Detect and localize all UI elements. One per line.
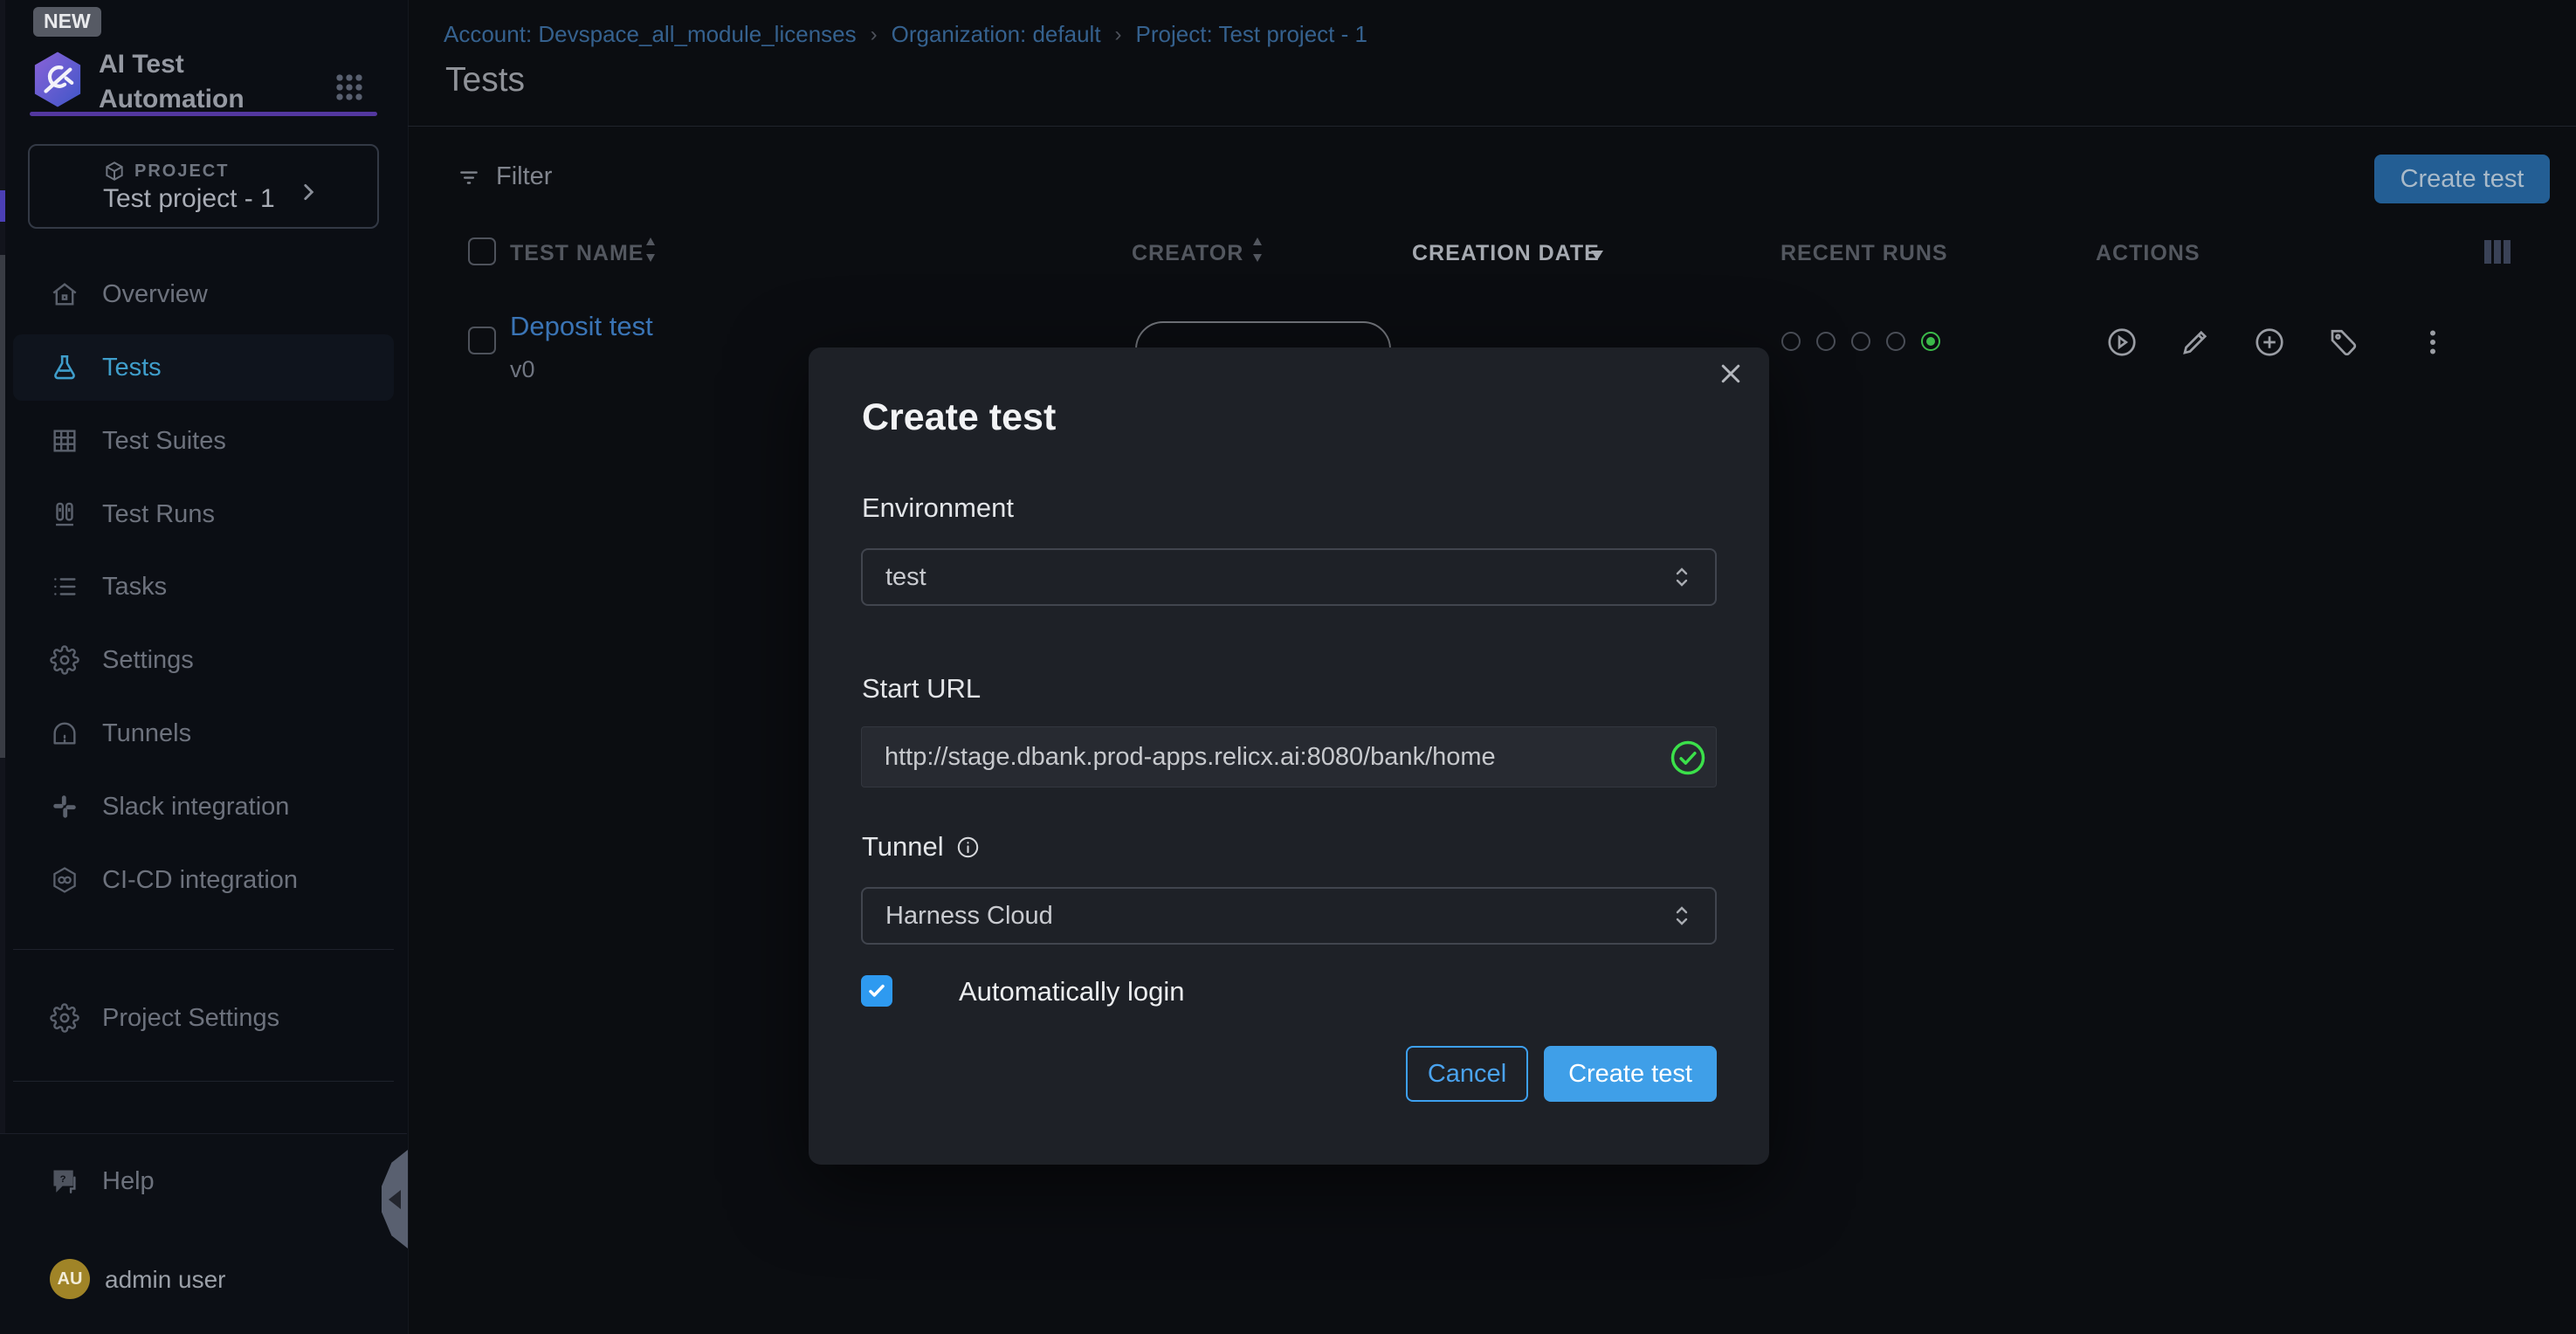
sidebar-bottom-panel: ? Help bbox=[0, 1133, 407, 1334]
recent-runs bbox=[1781, 332, 1940, 351]
auto-login-checkbox[interactable] bbox=[861, 975, 892, 1007]
column-header-creator[interactable]: CREATOR bbox=[1132, 239, 1243, 267]
column-header-test-name[interactable]: TEST NAME bbox=[510, 239, 644, 267]
auto-login-label[interactable]: Automatically login bbox=[959, 976, 1184, 1007]
sidebar-divider bbox=[13, 1081, 394, 1082]
tag-icon[interactable] bbox=[2327, 327, 2359, 358]
svg-text:?: ? bbox=[60, 1174, 66, 1185]
test-name-link[interactable]: Deposit test bbox=[510, 311, 653, 342]
breadcrumb-organization[interactable]: Organization: default bbox=[892, 21, 1101, 48]
create-test-modal: Create test Environment test Start URL T… bbox=[809, 347, 1769, 1165]
project-selector-label: PROJECT bbox=[134, 162, 229, 182]
sidebar: NEW AI Test Automation bbox=[0, 0, 409, 1334]
cicd-icon bbox=[50, 865, 79, 895]
tunnel-select[interactable]: Harness Cloud bbox=[861, 887, 1717, 945]
tunnel-icon bbox=[50, 719, 79, 748]
sidebar-item-test-suites[interactable]: Test Suites bbox=[13, 408, 394, 474]
run-slot-empty[interactable] bbox=[1781, 332, 1801, 351]
info-icon[interactable] bbox=[956, 835, 980, 859]
breadcrumb-project[interactable]: Project: Test project - 1 bbox=[1136, 21, 1367, 48]
column-header-actions: ACTIONS bbox=[2096, 239, 2201, 267]
column-header-recent-runs: RECENT RUNS bbox=[1780, 239, 1948, 267]
chevron-right-icon: › bbox=[871, 23, 878, 47]
sidebar-item-settings[interactable]: Settings bbox=[13, 627, 394, 693]
column-header-creation-date[interactable]: CREATION DATE bbox=[1412, 239, 1600, 267]
start-url-field bbox=[861, 726, 1717, 787]
start-url-label: Start URL bbox=[862, 673, 981, 705]
edge-scroll-indicator bbox=[0, 190, 5, 222]
breadcrumb: Account: Devspace_all_module_licenses › … bbox=[444, 21, 1367, 48]
sidebar-item-help[interactable]: ? Help bbox=[13, 1148, 394, 1214]
app-title: AI Test Automation bbox=[99, 47, 245, 117]
sidebar-item-cicd-integration[interactable]: CI-CD integration bbox=[13, 847, 394, 913]
avatar[interactable]: AU bbox=[50, 1259, 90, 1299]
test-version: v0 bbox=[510, 356, 535, 383]
gear-icon bbox=[50, 645, 79, 675]
cube-icon bbox=[103, 160, 126, 182]
modal-create-test-button[interactable]: Create test bbox=[1544, 1046, 1717, 1102]
sidebar-item-project-settings[interactable]: Project Settings bbox=[13, 985, 394, 1051]
project-selector[interactable]: PROJECT Test project - 1 bbox=[28, 144, 379, 229]
filter-icon bbox=[458, 166, 480, 189]
valid-check-icon bbox=[1670, 739, 1706, 776]
start-url-input[interactable] bbox=[862, 727, 1670, 787]
list-icon bbox=[50, 572, 79, 602]
edit-icon[interactable] bbox=[2180, 327, 2211, 358]
edge-scrollbar-thumb[interactable] bbox=[0, 255, 5, 758]
environment-select[interactable]: test bbox=[861, 548, 1717, 606]
chevron-left-icon bbox=[389, 1190, 401, 1209]
more-menu-icon[interactable] bbox=[2417, 327, 2449, 358]
sort-arrows-icon[interactable] bbox=[1250, 234, 1264, 265]
column-settings-icon[interactable] bbox=[2484, 240, 2511, 264]
sort-arrows-icon[interactable] bbox=[644, 234, 658, 265]
modal-title: Create test bbox=[862, 396, 1056, 439]
run-success-indicator[interactable] bbox=[1921, 332, 1940, 351]
run-slot-empty[interactable] bbox=[1816, 332, 1836, 351]
tunnel-label: Tunnel bbox=[862, 831, 980, 863]
new-badge: NEW bbox=[33, 7, 101, 37]
select-chevrons-icon bbox=[1671, 901, 1692, 931]
slack-icon bbox=[50, 792, 79, 822]
sidebar-item-tasks[interactable]: Tasks bbox=[13, 554, 394, 620]
chevron-right-icon bbox=[297, 181, 320, 203]
select-chevrons-icon bbox=[1671, 562, 1692, 592]
cancel-button[interactable]: Cancel bbox=[1406, 1046, 1528, 1102]
sidebar-item-test-runs[interactable]: Test Runs bbox=[13, 481, 394, 547]
run-slot-empty[interactable] bbox=[1886, 332, 1905, 351]
select-all-checkbox[interactable] bbox=[468, 237, 496, 265]
columns-icon bbox=[50, 499, 79, 529]
grid-icon bbox=[50, 426, 79, 456]
filter-button[interactable]: Filter bbox=[458, 162, 552, 191]
gear-icon bbox=[50, 1003, 79, 1033]
close-icon[interactable] bbox=[1717, 361, 1745, 387]
project-selector-value: Test project - 1 bbox=[103, 184, 275, 214]
header-divider bbox=[408, 126, 2576, 127]
sort-desc-icon bbox=[1589, 248, 1605, 262]
create-test-button[interactable]: Create test bbox=[2374, 155, 2550, 203]
sidebar-item-overview[interactable]: Overview bbox=[13, 261, 394, 327]
sidebar-item-tunnels[interactable]: Tunnels bbox=[13, 700, 394, 767]
breadcrumb-account[interactable]: Account: Devspace_all_module_licenses bbox=[444, 21, 857, 48]
row-checkbox[interactable] bbox=[468, 327, 496, 354]
run-test-button[interactable] bbox=[2106, 327, 2138, 358]
module-grid-icon[interactable] bbox=[330, 68, 368, 107]
page-title: Tests bbox=[445, 61, 525, 100]
home-icon bbox=[50, 279, 79, 309]
run-slot-empty[interactable] bbox=[1851, 332, 1870, 351]
brand-divider bbox=[30, 112, 377, 116]
add-icon[interactable] bbox=[2254, 327, 2285, 358]
sidebar-item-slack-integration[interactable]: Slack integration bbox=[13, 774, 394, 840]
sidebar-divider bbox=[13, 949, 394, 950]
app-screen: NEW AI Test Automation bbox=[0, 0, 2576, 1334]
chevron-right-icon: › bbox=[1115, 23, 1122, 47]
flask-icon bbox=[50, 353, 79, 382]
environment-label: Environment bbox=[862, 492, 1014, 524]
user-name[interactable]: admin user bbox=[105, 1266, 226, 1294]
help-chat-icon: ? bbox=[50, 1166, 79, 1196]
sidebar-item-tests[interactable]: Tests bbox=[13, 334, 394, 401]
app-logo bbox=[26, 47, 89, 112]
